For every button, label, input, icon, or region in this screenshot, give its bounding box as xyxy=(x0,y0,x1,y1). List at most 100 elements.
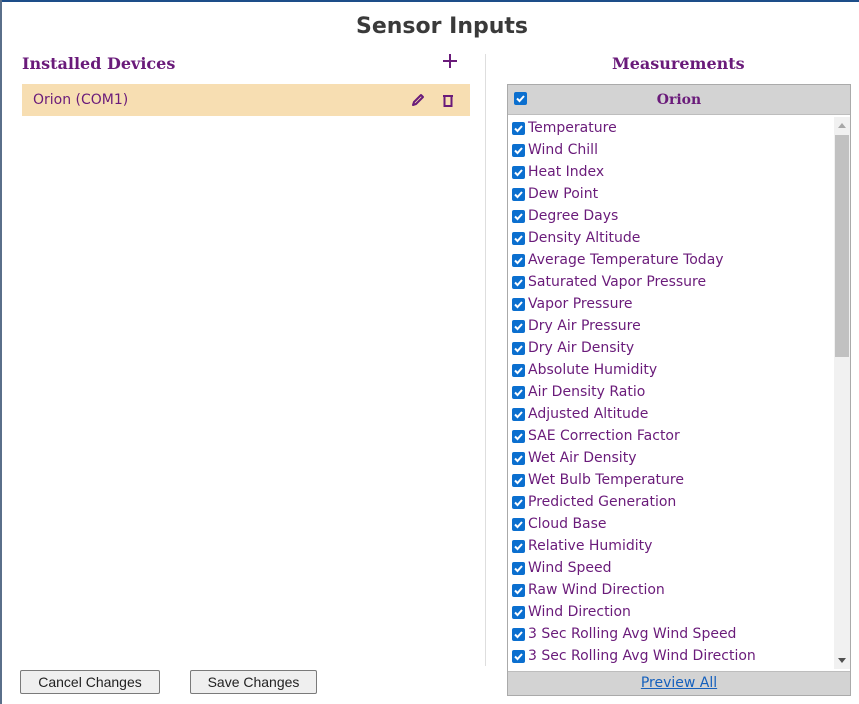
measurement-label: Average Temperature Today xyxy=(528,252,724,268)
measurement-label: Cloud Base xyxy=(528,516,607,532)
scroll-down-arrow[interactable] xyxy=(834,653,850,669)
save-changes-button[interactable]: Save Changes xyxy=(190,670,317,694)
preview-all-link[interactable]: Preview All xyxy=(641,675,717,691)
measurement-checkbox[interactable] xyxy=(512,429,525,443)
measurement-checkbox[interactable] xyxy=(512,275,525,289)
measurement-label: Heat Index xyxy=(528,164,605,180)
measurement-item[interactable]: SAE Correction Factor xyxy=(512,425,834,447)
measurement-label: Degree Days xyxy=(528,208,619,224)
measurement-checkbox[interactable] xyxy=(512,407,525,421)
cancel-changes-button[interactable]: Cancel Changes xyxy=(20,670,160,694)
measurements-list[interactable]: Temperature Wind Chill Heat Index Dew Point… xyxy=(512,117,834,669)
measurement-checkbox[interactable] xyxy=(512,385,525,399)
device-row-orion[interactable]: Orion (COM1) xyxy=(22,84,470,116)
measurement-checkbox[interactable] xyxy=(512,143,525,157)
plus-icon xyxy=(443,54,457,68)
measurement-item[interactable]: 3 Sec Rolling Avg Wind Speed xyxy=(512,623,834,645)
measurement-label: Dry Air Pressure xyxy=(528,318,641,334)
measurement-item[interactable]: Cloud Base xyxy=(512,513,834,535)
measurement-item[interactable]: Wind Chill xyxy=(512,139,834,161)
measurement-checkbox[interactable] xyxy=(512,231,525,245)
window-left-border xyxy=(0,0,2,704)
measurement-item[interactable]: Wind Speed xyxy=(512,557,834,579)
measurement-item[interactable]: Dry Air Density xyxy=(512,337,834,359)
measurement-item[interactable]: Dew Point xyxy=(512,183,834,205)
installed-devices-title: Installed Devices xyxy=(22,54,176,73)
device-label: Orion (COM1) xyxy=(33,92,129,108)
measurement-item[interactable]: Predicted Generation xyxy=(512,491,834,513)
measurements-panel: Orion Temperature Wind Chill Heat Index Dew… xyxy=(507,84,851,696)
measurement-checkbox[interactable] xyxy=(512,583,525,597)
delete-device-button[interactable] xyxy=(436,88,460,112)
measurement-label: Dew Point xyxy=(528,186,599,202)
measurement-label: 3 Sec Rolling Avg Wind Speed xyxy=(528,626,737,642)
window-top-border xyxy=(0,0,859,2)
measurements-scrollbar[interactable] xyxy=(834,117,850,669)
measurement-label: Density Altitude xyxy=(528,230,641,246)
measurement-label: Relative Humidity xyxy=(528,538,653,554)
measurement-checkbox[interactable] xyxy=(512,341,525,355)
measurement-checkbox[interactable] xyxy=(512,297,525,311)
measurement-label: Wind Direction xyxy=(528,604,631,620)
measurement-item[interactable]: Wet Bulb Temperature xyxy=(512,469,834,491)
measurement-checkbox[interactable] xyxy=(512,209,525,223)
measurement-checkbox[interactable] xyxy=(512,187,525,201)
measurements-title: Measurements xyxy=(612,54,745,73)
scroll-up-arrow[interactable] xyxy=(834,117,850,133)
measurement-item[interactable]: Temperature xyxy=(512,117,834,139)
measurement-checkbox[interactable] xyxy=(512,165,525,179)
measurements-header: Orion xyxy=(508,85,850,115)
measurement-label: Predicted Generation xyxy=(528,494,677,510)
measurement-checkbox[interactable] xyxy=(512,451,525,465)
pencil-icon xyxy=(412,94,424,106)
measurement-label: Absolute Humidity xyxy=(528,362,658,378)
measurement-label: Wind Chill xyxy=(528,142,598,158)
add-device-button[interactable] xyxy=(439,48,461,74)
measurement-label: SAE Correction Factor xyxy=(528,428,680,444)
trash-icon xyxy=(443,95,453,107)
measurement-checkbox[interactable] xyxy=(512,363,525,377)
measurements-footer: Preview All xyxy=(508,671,850,695)
measurement-checkbox[interactable] xyxy=(512,627,525,641)
measurement-label: Air Density Ratio xyxy=(528,384,646,400)
measurement-checkbox[interactable] xyxy=(512,649,525,663)
measurement-label: Wet Bulb Temperature xyxy=(528,472,684,488)
measurement-item[interactable]: Density Altitude xyxy=(512,227,834,249)
measurement-item[interactable]: Absolute Humidity xyxy=(512,359,834,381)
measurement-item[interactable]: Relative Humidity xyxy=(512,535,834,557)
measurement-label: Dry Air Density xyxy=(528,340,635,356)
measurement-item[interactable]: Wind Direction xyxy=(512,601,834,623)
measurement-checkbox[interactable] xyxy=(512,517,525,531)
measurement-checkbox[interactable] xyxy=(512,605,525,619)
measurement-item[interactable]: Heat Index xyxy=(512,161,834,183)
measurement-item[interactable]: Saturated Vapor Pressure xyxy=(512,271,834,293)
column-divider xyxy=(485,54,486,666)
measurement-item[interactable]: Air Density Ratio xyxy=(512,381,834,403)
measurement-checkbox[interactable] xyxy=(512,495,525,509)
measurement-label: Vapor Pressure xyxy=(528,296,633,312)
measurement-label: Wet Air Density xyxy=(528,450,637,466)
measurement-label: Raw Wind Direction xyxy=(528,582,665,598)
measurement-checkbox[interactable] xyxy=(512,473,525,487)
measurement-item[interactable]: Average Temperature Today xyxy=(512,249,834,271)
measurement-item[interactable]: 3 Sec Rolling Avg Wind Direction xyxy=(512,645,834,667)
measurement-checkbox[interactable] xyxy=(512,561,525,575)
scroll-thumb[interactable] xyxy=(835,135,849,357)
measurement-label: Temperature xyxy=(528,120,617,136)
measurement-item[interactable]: Degree Days xyxy=(512,205,834,227)
measurement-label: Wind Speed xyxy=(528,560,612,576)
measurements-device-name: Orion xyxy=(656,92,702,108)
measurement-item[interactable]: Wet Air Density xyxy=(512,447,834,469)
dialog-title: Sensor Inputs xyxy=(355,14,528,39)
edit-device-button[interactable] xyxy=(406,88,430,112)
measurement-checkbox[interactable] xyxy=(512,539,525,553)
measurement-label: Saturated Vapor Pressure xyxy=(528,274,707,290)
measurement-checkbox[interactable] xyxy=(512,319,525,333)
measurement-item[interactable]: Vapor Pressure xyxy=(512,293,834,315)
measurement-label: 3 Sec Rolling Avg Wind Direction xyxy=(528,648,756,664)
measurement-checkbox[interactable] xyxy=(512,253,525,267)
measurement-item[interactable]: Dry Air Pressure xyxy=(512,315,834,337)
measurement-checkbox[interactable] xyxy=(512,121,525,135)
measurement-item[interactable]: Adjusted Altitude xyxy=(512,403,834,425)
measurement-item[interactable]: Raw Wind Direction xyxy=(512,579,834,601)
